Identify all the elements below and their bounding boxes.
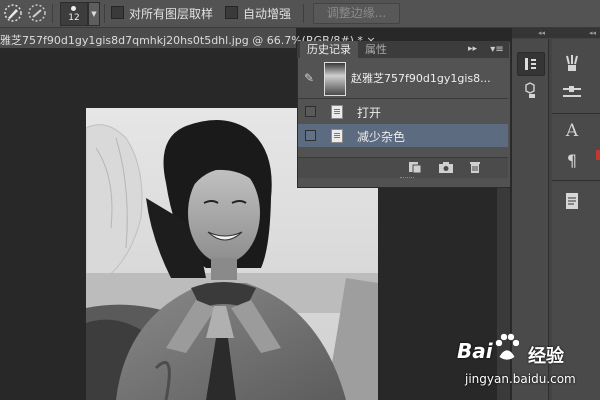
history-brush-source-checkbox[interactable] bbox=[305, 130, 316, 141]
auto-enhance-checkbox[interactable] bbox=[225, 6, 238, 19]
history-brush-source-icon[interactable]: ✎ bbox=[304, 71, 314, 85]
document-state-icon bbox=[331, 129, 343, 143]
clone-source-icon[interactable] bbox=[559, 82, 585, 104]
refine-edge-button[interactable]: 调整边缘... bbox=[313, 3, 400, 24]
brush-presets-icon[interactable] bbox=[559, 52, 585, 74]
panel-resize-grip[interactable] bbox=[400, 177, 414, 182]
trash-icon[interactable] bbox=[466, 160, 484, 174]
quick-selection-brush-icon[interactable] bbox=[2, 2, 24, 24]
panel-menu-icon[interactable]: ▾≡ bbox=[486, 41, 508, 58]
dock-collapse-strip[interactable] bbox=[512, 28, 600, 38]
snapshot-thumbnail bbox=[324, 62, 346, 96]
sample-all-layers-checkbox[interactable] bbox=[111, 6, 124, 19]
history-state-label: 减少杂色 bbox=[357, 130, 406, 144]
baidu-watermark-suffix: 经验 bbox=[528, 346, 564, 367]
brush-size-value: 12 bbox=[68, 13, 80, 23]
baidu-watermark-url: jingyan.baidu.com bbox=[465, 372, 576, 386]
tab-history[interactable]: 历史记录 bbox=[300, 41, 358, 58]
sample-all-layers-label: 对所有图层取样 bbox=[129, 7, 214, 21]
notes-panel-icon[interactable] bbox=[559, 190, 585, 212]
snapshot-name: 赵雅芝757f90d1gy1gis8... bbox=[351, 72, 491, 85]
auto-enhance-label: 自动增强 bbox=[243, 7, 292, 21]
color-swatch-edge bbox=[596, 150, 600, 160]
document-state-icon bbox=[331, 105, 343, 119]
toolbar-separator bbox=[52, 4, 53, 23]
camera-icon[interactable] bbox=[437, 160, 455, 174]
panel-collapse-icon[interactable]: ▸▸ bbox=[468, 41, 477, 58]
character-panel-icon[interactable]: A bbox=[559, 120, 585, 142]
brush-picker-dropdown[interactable]: ▼ bbox=[88, 2, 100, 26]
dock-divider bbox=[552, 113, 600, 114]
history-panel-icon[interactable] bbox=[517, 52, 545, 76]
brush-tip-icon bbox=[71, 6, 76, 11]
paragraph-panel-icon[interactable]: ¶ bbox=[559, 150, 585, 172]
history-state-row[interactable] bbox=[298, 100, 508, 123]
dock-collapse-arrows-icon[interactable]: ◂◂ bbox=[589, 28, 596, 38]
3d-cube-icon[interactable] bbox=[517, 79, 543, 101]
toolbar-separator bbox=[104, 4, 105, 23]
dock-divider bbox=[552, 180, 600, 181]
toolbar-separator bbox=[303, 4, 304, 23]
tab-properties[interactable]: 属性 bbox=[365, 41, 387, 58]
history-state-label: 打开 bbox=[357, 106, 382, 120]
dock-collapse-arrows-icon[interactable]: ◂◂ bbox=[538, 28, 545, 38]
baidu-paw-logo bbox=[495, 333, 520, 361]
history-brush-source-checkbox[interactable] bbox=[305, 106, 316, 117]
new-document-from-state-icon[interactable] bbox=[406, 160, 424, 174]
baidu-watermark-brand: Bai bbox=[457, 339, 493, 363]
add-to-selection-brush-icon[interactable] bbox=[26, 2, 48, 24]
brush-size-picker[interactable]: 12 bbox=[60, 2, 88, 26]
